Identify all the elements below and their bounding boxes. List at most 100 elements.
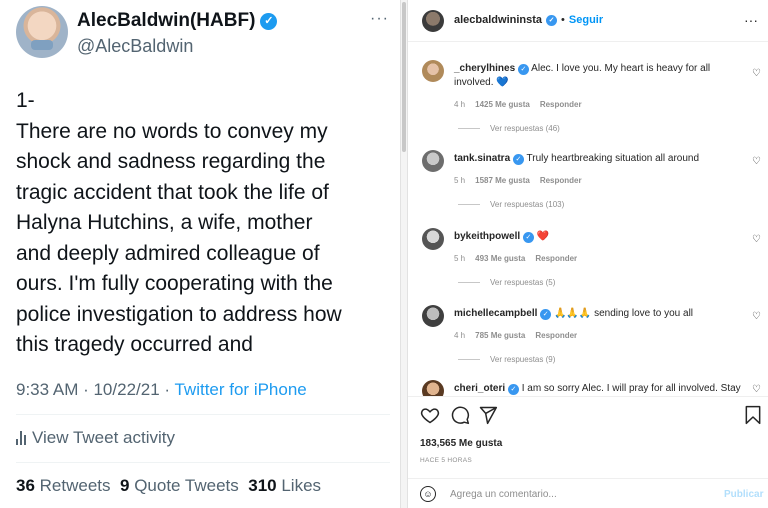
- view-replies-button[interactable]: Ver respuestas (5): [458, 278, 555, 287]
- comment-text: bykeithpowell ✓ ❤️: [454, 230, 744, 244]
- comment-age: 4 h: [454, 331, 466, 340]
- comment-age: 5 h: [454, 254, 466, 263]
- verified-badge-icon: ✓: [546, 14, 558, 26]
- heart-icon[interactable]: ♡: [752, 234, 761, 245]
- comment-body: I am so sorry Alec. I will pray for all …: [521, 383, 741, 394]
- verified-badge-icon: ✓: [512, 154, 524, 165]
- tweet-activity-link[interactable]: View Tweet activity: [16, 428, 175, 448]
- comment-username[interactable]: bykeithpowell: [454, 231, 520, 242]
- tweet-line: There are no words to convey my: [16, 119, 328, 143]
- comment-text: michellecampbell ✓ 🙏🙏🙏 sending love to y…: [454, 307, 744, 321]
- post-time: HACE 5 HORAS: [420, 457, 473, 464]
- emoji-icon[interactable]: ☺: [420, 486, 436, 502]
- user-handle[interactable]: @AlecBaldwin: [77, 36, 193, 57]
- retweets-stat[interactable]: 36 Retweets: [16, 476, 111, 495]
- replies-line: [458, 204, 480, 205]
- reply-button[interactable]: Responder: [535, 254, 577, 263]
- more-options-icon[interactable]: ···: [370, 10, 389, 28]
- verified-badge-icon: ✓: [517, 64, 529, 75]
- avatar[interactable]: [422, 150, 444, 172]
- avatar[interactable]: [422, 10, 444, 32]
- comments-list[interactable]: _cherylhines ✓ Alec. I love you. My hear…: [408, 42, 768, 396]
- comment-meta: 4 h 785 Me gusta Responder: [454, 331, 587, 340]
- comment-username[interactable]: tank.sinatra: [454, 153, 510, 164]
- post-header: alecbaldwininsta ✓ • Seguir ···: [408, 0, 768, 42]
- tweet-line: ours. I'm fully cooperating with the: [16, 272, 333, 295]
- display-name-text[interactable]: AlecBaldwin(HABF): [77, 10, 255, 32]
- tweet-timestamp: 9:33 AM · 10/22/21 · Twitter for iPhone: [16, 380, 307, 400]
- heart-icon[interactable]: ♡: [752, 384, 761, 395]
- comment-username[interactable]: _cherylhines: [454, 63, 515, 74]
- publish-button[interactable]: Publicar: [724, 489, 763, 500]
- comment-likes[interactable]: 1425 Me gusta: [475, 100, 530, 109]
- comment-icon[interactable]: [450, 405, 470, 425]
- comment-age: 5 h: [454, 176, 466, 185]
- comment-text: tank.sinatra ✓ Truly heartbreaking situa…: [454, 152, 744, 166]
- comment-text: _cherylhines ✓ Alec. I love you. My hear…: [454, 62, 744, 90]
- avatar[interactable]: [422, 228, 444, 250]
- separator-dot: •: [561, 14, 565, 26]
- more-options-icon[interactable]: ···: [744, 12, 758, 28]
- tweet-line: shock and sadness regarding the: [16, 150, 326, 173]
- share-icon[interactable]: [478, 405, 498, 425]
- comment-input[interactable]: Agrega un comentario...: [450, 489, 557, 500]
- panel-divider-scrollbar[interactable]: [400, 0, 408, 508]
- tweet-source-link[interactable]: Twitter for iPhone: [174, 380, 306, 399]
- avatar[interactable]: [16, 6, 68, 58]
- post-author-username[interactable]: alecbaldwininsta: [454, 14, 542, 26]
- view-replies-label: Ver respuestas (46): [490, 124, 560, 133]
- view-replies-button[interactable]: Ver respuestas (9): [458, 355, 555, 364]
- avatar[interactable]: [422, 380, 444, 396]
- comment-likes[interactable]: 785 Me gusta: [475, 331, 525, 340]
- retweets-label: Retweets: [39, 476, 111, 495]
- replies-line: [458, 359, 480, 360]
- tweet-line: police investigation to address how: [16, 302, 342, 326]
- comment-body: Truly heartbreaking situation all around: [526, 153, 700, 164]
- tweet-line: this tragedy occurred and: [16, 333, 253, 356]
- post-author: alecbaldwininsta ✓ • Seguir: [454, 14, 603, 26]
- follow-button[interactable]: Seguir: [569, 14, 603, 26]
- quote-tweets-stat[interactable]: 9 Quote Tweets: [120, 476, 239, 495]
- tweet-stats: 36 Retweets 9 Quote Tweets 310 Likes: [16, 476, 321, 496]
- comment-body: ❤️: [536, 231, 550, 242]
- view-replies-button[interactable]: Ver respuestas (103): [458, 200, 564, 209]
- comment-body: 🙏🙏🙏 sending love to you all: [553, 308, 694, 319]
- tweet-text: 1- There are no words to convey my shock…: [16, 86, 388, 361]
- tweet-time[interactable]: 9:33 AM · 10/22/21 ·: [16, 380, 174, 399]
- avatar[interactable]: [422, 60, 444, 82]
- reply-button[interactable]: Responder: [540, 100, 582, 109]
- instagram-panel: alecbaldwininsta ✓ • Seguir ··· _cherylh…: [408, 0, 768, 508]
- reply-button[interactable]: Responder: [535, 331, 577, 340]
- post-likes[interactable]: 183,565 Me gusta: [420, 438, 502, 449]
- replies-line: [458, 282, 480, 283]
- quote-tweets-count: 9: [119, 476, 130, 495]
- comment-text: cheri_oteri ✓ I am so sorry Alec. I will…: [454, 382, 744, 396]
- comment-username[interactable]: michellecampbell: [454, 308, 537, 319]
- tweet-line: and deeply admired colleague of: [16, 241, 320, 265]
- divider: [16, 462, 390, 463]
- likes-stat[interactable]: 310 Likes: [248, 476, 321, 495]
- display-name[interactable]: AlecBaldwin(HABF) ✓: [77, 10, 278, 32]
- heart-icon[interactable]: ♡: [752, 311, 761, 322]
- analytics-icon: [16, 431, 26, 445]
- view-replies-label: Ver respuestas (9): [490, 355, 556, 364]
- comment-username[interactable]: cheri_oteri: [454, 383, 505, 394]
- reply-button[interactable]: Responder: [540, 176, 582, 185]
- comment-meta: 5 h 1587 Me gusta Responder: [454, 176, 592, 185]
- heart-icon[interactable]: ♡: [752, 156, 761, 167]
- comment-meta: 4 h 1425 Me gusta Responder: [454, 100, 592, 109]
- divider: [16, 414, 390, 415]
- tweet-line: tragic accident that took the life of: [16, 180, 329, 204]
- save-bookmark-icon[interactable]: [744, 405, 762, 425]
- verified-badge-icon: ✓: [522, 232, 534, 243]
- view-replies-button[interactable]: Ver respuestas (46): [458, 124, 560, 133]
- like-heart-icon[interactable]: [420, 405, 440, 425]
- tweet-activity-label: View Tweet activity: [32, 428, 175, 447]
- avatar[interactable]: [422, 305, 444, 327]
- verified-badge-icon: ✓: [260, 12, 278, 30]
- tweet-panel: AlecBaldwin(HABF) ✓ @AlecBaldwin ··· 1- …: [0, 0, 400, 508]
- comment-likes[interactable]: 1587 Me gusta: [475, 176, 530, 185]
- heart-icon[interactable]: ♡: [752, 68, 761, 79]
- tweet-line: Halyna Hutchins, a wife, mother: [16, 211, 313, 234]
- comment-likes[interactable]: 493 Me gusta: [475, 254, 525, 263]
